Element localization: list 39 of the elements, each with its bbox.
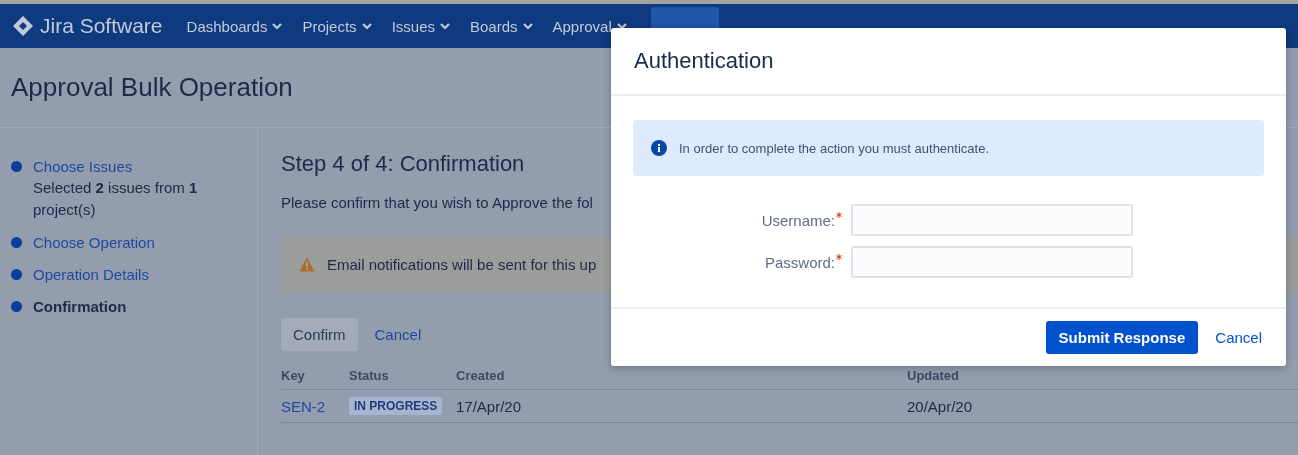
table-cell-text: 20/Apr/20: [907, 397, 974, 415]
chevron-down-icon: [616, 22, 627, 30]
column-header: Status: [349, 368, 390, 383]
step-bullet-icon: [11, 161, 22, 172]
warning-text: Email notifications will be sent for this up: [327, 256, 597, 273]
chevron-down-icon: [440, 22, 450, 30]
nav-menu-item[interactable]: Dashboards: [186, 17, 283, 35]
chevron-down-icon: [361, 22, 372, 30]
page-title: Approval Bulk Operation: [11, 72, 293, 103]
chevron-down-icon: [272, 22, 283, 30]
nav-menu-item[interactable]: Boards: [470, 17, 533, 35]
info-icon: [651, 140, 667, 156]
submit-button[interactable]: Submit Response: [1045, 321, 1199, 354]
column-header: Created: [456, 368, 506, 383]
product-name[interactable]: Jira Software: [40, 14, 163, 38]
step-bullet-icon: [11, 237, 22, 248]
nav-menu-item[interactable]: Issues: [391, 17, 450, 35]
field-label: Password:: [764, 253, 835, 271]
cancel-link[interactable]: Cancel: [1215, 329, 1262, 346]
chevron-down-icon: [522, 22, 533, 30]
text-field[interactable]: [851, 246, 1133, 278]
column-header: Updated: [907, 368, 960, 383]
diamond-logo-icon[interactable]: [12, 15, 34, 37]
step-link[interactable]: Confirmation: [33, 297, 127, 317]
nav-menu-item[interactable]: Projects: [302, 17, 372, 35]
column-header: Key: [281, 368, 306, 383]
confirm-button[interactable]: Confirm: [281, 318, 358, 351]
step-bullet-icon: [11, 269, 22, 280]
table-cell-text: 17/Apr/20: [456, 397, 523, 415]
info-text: In order to complete the action you must authenticate.: [679, 140, 989, 156]
step-bullet-icon: [11, 301, 22, 312]
field-label: Username:: [761, 211, 835, 229]
warning-icon: [299, 257, 315, 272]
step-detail: Selected 2 issues from 1 project(s): [33, 178, 199, 220]
status-lozenge: IN PROGRESS: [349, 397, 443, 415]
text-field[interactable]: [851, 204, 1133, 236]
dialog-title: Authentication: [634, 48, 774, 74]
intro-text: Please confirm that you wish to Approve the fol: [281, 194, 594, 211]
nav-menu-item[interactable]: Approval: [552, 17, 627, 35]
